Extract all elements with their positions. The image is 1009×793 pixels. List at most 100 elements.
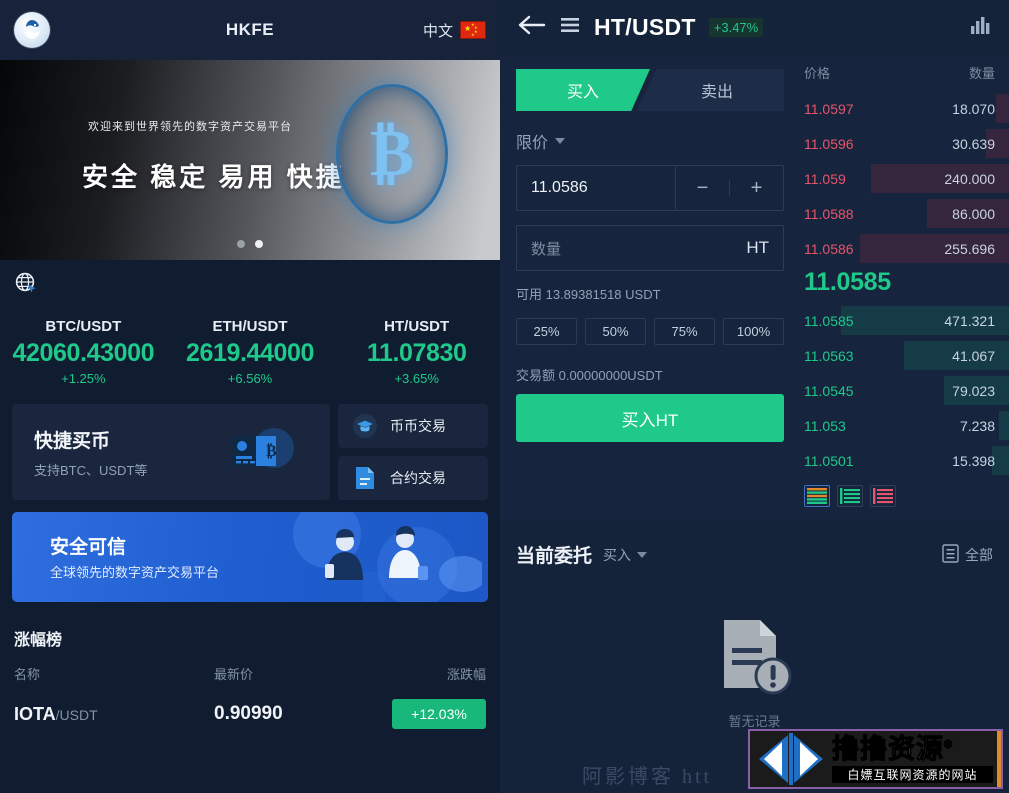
sidebar-item-contract-trade[interactable]: 合约交易 xyxy=(338,456,488,500)
back-arrow-icon[interactable] xyxy=(516,13,546,42)
banner-pagination[interactable] xyxy=(0,240,500,248)
percent-button-100[interactable]: 100% xyxy=(723,318,784,345)
ask-amount: 255.696 xyxy=(944,240,995,257)
percent-button-75[interactable]: 75% xyxy=(654,318,715,345)
last-price: 11.0585 xyxy=(804,268,891,296)
order-book: 价格 数量 11.0597 18.070 11.0596 30.639 11.0… xyxy=(800,55,1009,507)
language-switcher[interactable]: 中文 ★ ★ ★ ★ ★ xyxy=(423,20,486,41)
ask-price: 11.0588 xyxy=(804,205,854,222)
tab-buy[interactable]: 买入 xyxy=(516,69,650,111)
banner-subtitle: 欢迎来到世界领先的数字资产交易平台 xyxy=(88,121,292,133)
ticker-item[interactable]: BTC/USDT 42060.43000 +1.25% xyxy=(0,318,167,386)
quick-action-cards: 快捷买币 支持BTC、USDT等 ₿ 币币交易 合约交易 xyxy=(0,404,500,500)
column-header-name: 名称 xyxy=(14,667,41,682)
order-book-ask-row[interactable]: 11.059 240.000 xyxy=(804,161,1009,196)
decrement-button[interactable]: − xyxy=(676,178,729,198)
ticker-change: +3.65% xyxy=(394,371,439,386)
ticker-change: +6.56% xyxy=(227,371,273,386)
people-illustration-icon xyxy=(267,512,487,602)
order-type-label: 限价 xyxy=(516,135,549,152)
chevron-down-icon xyxy=(555,138,566,144)
depth-bids-icon[interactable] xyxy=(837,485,863,507)
bar-chart-icon[interactable] xyxy=(969,14,993,41)
percent-buttons: 25% 50% 75% 100% xyxy=(516,303,784,345)
amount-unit-label: HT xyxy=(746,238,769,257)
depth-bar xyxy=(995,94,1009,123)
row-quote: /USDT xyxy=(55,706,98,723)
sidebar-item-label: 合约交易 xyxy=(390,470,446,486)
orders-all-button[interactable]: 全部 xyxy=(942,543,993,566)
depth-view-toggles xyxy=(804,478,995,507)
bid-price: 11.0563 xyxy=(804,347,854,364)
status-badge: +3.47% xyxy=(708,18,764,37)
order-book-headers: 价格 数量 xyxy=(804,63,995,91)
depth-both-icon[interactable] xyxy=(804,485,830,507)
banner-dot-2[interactable] xyxy=(255,240,263,248)
ask-price: 11.059 xyxy=(804,170,846,187)
quick-link-column: 币币交易 合约交易 xyxy=(338,404,488,500)
double-arrow-logo-icon xyxy=(750,733,832,785)
announcement-row[interactable] xyxy=(0,260,500,312)
order-book-ask-row[interactable]: 11.0588 86.000 xyxy=(804,196,1009,231)
order-book-bid-row[interactable]: 11.0545 79.023 xyxy=(804,373,1009,408)
amount-input-placeholder: 数量 xyxy=(531,240,562,258)
order-book-bid-row[interactable]: 11.0563 41.067 xyxy=(804,338,1009,373)
order-type-select[interactable]: 限价 xyxy=(516,111,784,165)
depth-asks-icon[interactable] xyxy=(870,485,896,507)
empty-state: 暂无记录 xyxy=(500,568,1009,730)
bid-price: 11.0501 xyxy=(804,452,854,469)
watermark-title: 撸撸资源® xyxy=(832,733,954,764)
available-balance: 可用 13.89381518 USDT xyxy=(516,287,661,302)
percent-button-25[interactable]: 25% xyxy=(516,318,577,345)
trade-pair-title: HT/USDT xyxy=(594,14,696,40)
row-pair: IOTA/USDT xyxy=(14,704,214,725)
bid-amount: 41.067 xyxy=(952,347,995,364)
amount-input-row[interactable]: 数量 HT xyxy=(516,225,784,271)
order-book-ask-row[interactable]: 11.0597 18.070 xyxy=(804,91,1009,126)
order-book-bid-row[interactable]: 11.053 7.238 xyxy=(804,408,1009,443)
order-book-ask-row[interactable]: 11.0586 255.696 xyxy=(804,231,1009,266)
bid-amount: 79.023 xyxy=(952,382,995,399)
orders-side-filter[interactable]: 买入 xyxy=(603,545,631,565)
current-orders-title: 当前委托 xyxy=(516,546,593,567)
price-input[interactable]: 11.0586 xyxy=(517,166,675,210)
promo-subtitle: 全球领先的数字资产交易平台 xyxy=(50,565,220,580)
ask-amount: 86.000 xyxy=(952,205,995,222)
order-book-bid-row[interactable]: 11.0585 471.321 xyxy=(804,303,1009,338)
announcement-globe-icon xyxy=(14,271,40,302)
bid-price: 11.0585 xyxy=(804,312,854,329)
watermark-text-block: 撸撸资源® 白嫖互联网资源的网站 xyxy=(832,733,1001,783)
percent-button-50[interactable]: 50% xyxy=(585,318,646,345)
submit-buy-button[interactable]: 买入HT xyxy=(516,394,784,442)
hero-banner[interactable]: 欢迎来到世界领先的数字资产交易平台 安全 稳定 易用 快捷 ₿ xyxy=(0,60,500,260)
ticker-item[interactable]: HT/USDT 11.07830 +3.65% xyxy=(333,318,500,386)
gainers-column-headers: 名称 最新价 涨跌幅 xyxy=(14,664,486,699)
chevron-down-icon[interactable] xyxy=(637,551,648,558)
ask-price: 11.0586 xyxy=(804,240,854,257)
left-home-panel: HKFE 中文 ★ ★ ★ ★ ★ 欢迎来到世界领先的数字资产交易平台 安全 稳… xyxy=(0,0,500,793)
graduation-cap-icon xyxy=(350,411,380,441)
sidebar-item-spot-trade[interactable]: 币币交易 xyxy=(338,404,488,448)
bid-price: 11.053 xyxy=(804,417,846,434)
ticker-row: BTC/USDT 42060.43000 +1.25% ETH/USDT 261… xyxy=(0,312,500,404)
current-orders-section: 当前委托 买入 全部 暂无记录 xyxy=(500,521,1009,730)
promo-banner[interactable]: 安全可信 全球领先的数字资产交易平台 xyxy=(12,512,488,602)
side-tabs: 买入 卖出 xyxy=(516,69,784,111)
ask-price: 11.0597 xyxy=(804,100,854,117)
order-total: 交易额 0.00000000USDT xyxy=(516,368,663,383)
increment-button[interactable]: + xyxy=(730,178,783,198)
hamburger-menu-icon[interactable] xyxy=(559,14,581,41)
current-orders-header: 当前委托 买入 全部 xyxy=(500,521,1009,568)
bid-amount: 15.398 xyxy=(952,452,995,469)
ticker-pair: HT/USDT xyxy=(384,318,450,335)
registered-mark: ® xyxy=(943,738,954,751)
table-row[interactable]: IOTA/USDT 0.90990 +12.03% xyxy=(14,699,486,729)
tab-sell[interactable]: 卖出 xyxy=(636,69,784,111)
order-book-ask-row[interactable]: 11.0596 30.639 xyxy=(804,126,1009,161)
banner-title: 安全 稳定 易用 快捷 xyxy=(82,162,345,192)
quick-buy-card[interactable]: 快捷买币 支持BTC、USDT等 ₿ xyxy=(12,404,330,500)
ticker-item[interactable]: ETH/USDT 2619.44000 +6.56% xyxy=(167,318,334,386)
ask-price: 11.0596 xyxy=(804,135,854,152)
banner-dot-1[interactable] xyxy=(237,240,245,248)
order-book-bid-row[interactable]: 11.0501 15.398 xyxy=(804,443,1009,478)
